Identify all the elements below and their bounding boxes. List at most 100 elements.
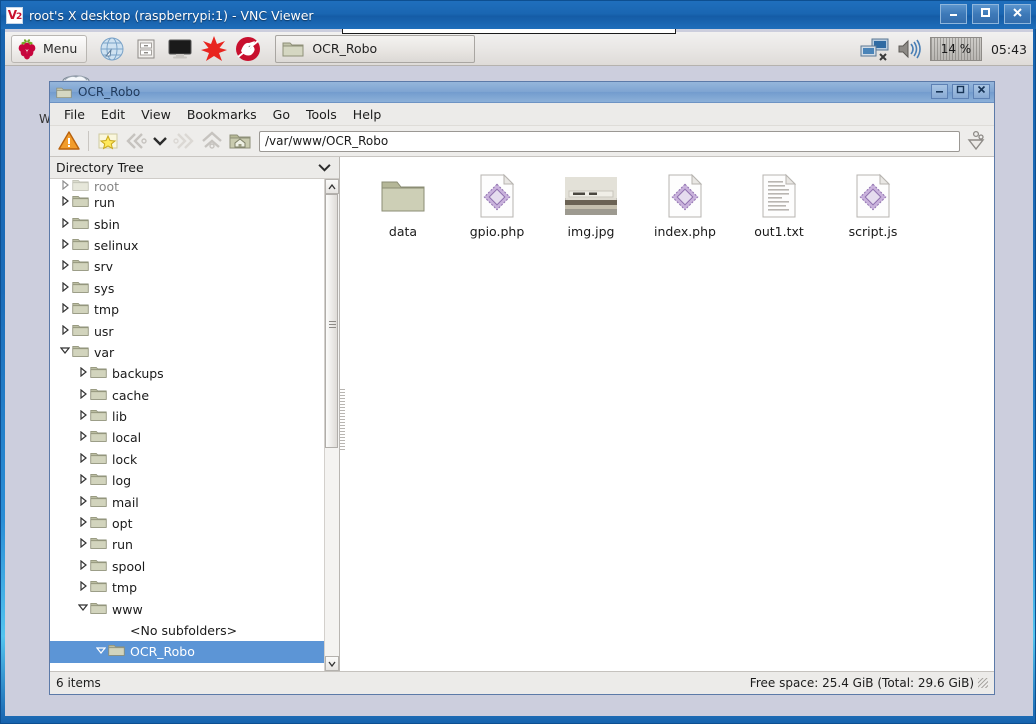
- menu-go[interactable]: Go: [265, 105, 298, 124]
- expander-collapsed-icon[interactable]: [76, 409, 90, 423]
- launcher-mathematica[interactable]: [199, 35, 229, 63]
- scrollbar-track[interactable]: [325, 194, 339, 656]
- tree-item-opt[interactable]: opt: [50, 513, 324, 534]
- expander-collapsed-icon[interactable]: [76, 452, 90, 466]
- expander-collapsed-icon[interactable]: [58, 324, 72, 338]
- menu-help[interactable]: Help: [345, 105, 390, 124]
- menu-edit[interactable]: Edit: [93, 105, 133, 124]
- launcher-web-browser[interactable]: [97, 35, 127, 63]
- tree-item-spool[interactable]: spool: [50, 556, 324, 577]
- tree-item-run[interactable]: run: [50, 534, 324, 555]
- home-button[interactable]: [227, 129, 253, 153]
- expander-collapsed-icon[interactable]: [76, 516, 90, 530]
- path-input[interactable]: /var/www/OCR_Robo: [259, 130, 960, 152]
- expander-collapsed-icon[interactable]: [58, 302, 72, 316]
- folder-icon: [72, 258, 89, 275]
- bookmark-star-icon: [98, 133, 118, 150]
- tree-item-usr[interactable]: usr: [50, 320, 324, 341]
- chevron-down-icon[interactable]: [318, 163, 331, 172]
- menu-tools[interactable]: Tools: [298, 105, 345, 124]
- expander-expanded-icon[interactable]: [58, 346, 72, 358]
- file-item[interactable]: gpio.php: [450, 171, 544, 247]
- history-dropdown-button[interactable]: [151, 129, 169, 153]
- tree-item-srv[interactable]: srv: [50, 256, 324, 277]
- fm-maximize-button[interactable]: [952, 84, 969, 99]
- tree-vertical-scrollbar[interactable]: [324, 179, 339, 671]
- menu-file[interactable]: File: [56, 105, 93, 124]
- tree-item-lib[interactable]: lib: [50, 406, 324, 427]
- up-button[interactable]: [199, 129, 225, 153]
- tree-item-tmp[interactable]: tmp: [50, 577, 324, 598]
- warning-triangle-icon: [58, 131, 80, 150]
- launcher-wolfram[interactable]: [233, 35, 263, 63]
- bookmark-button[interactable]: [95, 129, 121, 153]
- expander-expanded-icon[interactable]: [94, 646, 108, 658]
- warning-triangle-button[interactable]: [56, 129, 82, 153]
- expander-collapsed-icon[interactable]: [58, 195, 72, 209]
- expander-collapsed-icon[interactable]: [76, 559, 90, 573]
- file-item[interactable]: out1.txt: [732, 171, 826, 247]
- fm-minimize-button[interactable]: [931, 84, 948, 99]
- scrollbar-thumb[interactable]: [325, 194, 338, 449]
- tree-item-tmp[interactable]: tmp: [50, 299, 324, 320]
- expander-collapsed-icon[interactable]: [58, 180, 72, 192]
- expander-collapsed-icon[interactable]: [76, 495, 90, 509]
- maximize-icon: [956, 85, 965, 94]
- launcher-terminal[interactable]: [165, 35, 195, 63]
- menu-bookmarks[interactable]: Bookmarks: [179, 105, 265, 124]
- file-item[interactable]: index.php: [638, 171, 732, 247]
- expander-collapsed-icon[interactable]: [76, 474, 90, 487]
- vnc-close-button[interactable]: [1004, 4, 1031, 24]
- fm-close-button[interactable]: [973, 84, 990, 99]
- tree-item-ocr_robo[interactable]: OCR_Robo: [50, 641, 324, 663]
- network-icon[interactable]: [860, 37, 890, 61]
- forward-button[interactable]: [171, 129, 197, 153]
- tree-item-www[interactable]: www: [50, 598, 324, 619]
- tree-item-selinux[interactable]: selinux: [50, 235, 324, 256]
- file-item[interactable]: script.js: [826, 171, 920, 247]
- expander-expanded-icon[interactable]: [76, 603, 90, 615]
- resize-grip[interactable]: [978, 678, 988, 688]
- taskbar-button-ocr-robo[interactable]: OCR_Robo: [275, 34, 476, 63]
- tree-item-sys[interactable]: sys: [50, 278, 324, 299]
- file-item[interactable]: img.jpg: [544, 171, 638, 247]
- start-menu-button[interactable]: Menu: [11, 34, 88, 63]
- tree-item-log[interactable]: log: [50, 470, 324, 491]
- tree-item-backups[interactable]: backups: [50, 363, 324, 384]
- tree-item-run[interactable]: run: [50, 192, 324, 213]
- tree-item-root[interactable]: root: [50, 180, 324, 192]
- launcher-file-manager[interactable]: [131, 35, 161, 63]
- tree-item-nosubfolders[interactable]: <No subfolders>: [50, 620, 324, 641]
- menu-view[interactable]: View: [133, 105, 179, 124]
- scroll-down-button[interactable]: [325, 656, 339, 671]
- view-options-button[interactable]: [962, 129, 988, 153]
- tree-item-mail[interactable]: mail: [50, 491, 324, 512]
- tree-item-sbin[interactable]: sbin: [50, 213, 324, 234]
- expander-collapsed-icon[interactable]: [76, 580, 90, 594]
- back-button[interactable]: [123, 129, 149, 153]
- tree-item-cache[interactable]: cache: [50, 385, 324, 406]
- expander-collapsed-icon[interactable]: [76, 431, 90, 444]
- expander-collapsed-icon[interactable]: [76, 538, 90, 551]
- file-listing-pane[interactable]: data gpio.php img.jpg index.php out1.txt scri…: [340, 157, 994, 671]
- cpu-usage-monitor[interactable]: 14 %: [929, 37, 982, 61]
- volume-icon[interactable]: [897, 38, 923, 60]
- expander-collapsed-icon[interactable]: [76, 388, 90, 402]
- expander-collapsed-icon[interactable]: [58, 260, 72, 273]
- tree-item-label: selinux: [94, 237, 139, 253]
- expander-collapsed-icon[interactable]: [58, 217, 72, 231]
- tree-item-lock[interactable]: lock: [50, 449, 324, 470]
- folder-icon-wrapper: [380, 171, 426, 221]
- file-item[interactable]: data: [356, 171, 450, 247]
- expander-collapsed-icon[interactable]: [76, 367, 90, 380]
- tree-item-local[interactable]: local: [50, 427, 324, 448]
- expander-collapsed-icon[interactable]: [58, 281, 72, 295]
- tree-item-var[interactable]: var: [50, 342, 324, 363]
- scroll-up-button[interactable]: [325, 179, 339, 194]
- path-value: /var/www/OCR_Robo: [265, 134, 389, 148]
- vnc-maximize-button[interactable]: [972, 4, 999, 24]
- folder-icon: [72, 344, 89, 361]
- vnc-minimize-button[interactable]: [940, 4, 967, 24]
- pane-splitter[interactable]: [340, 389, 345, 451]
- expander-collapsed-icon[interactable]: [58, 238, 72, 252]
